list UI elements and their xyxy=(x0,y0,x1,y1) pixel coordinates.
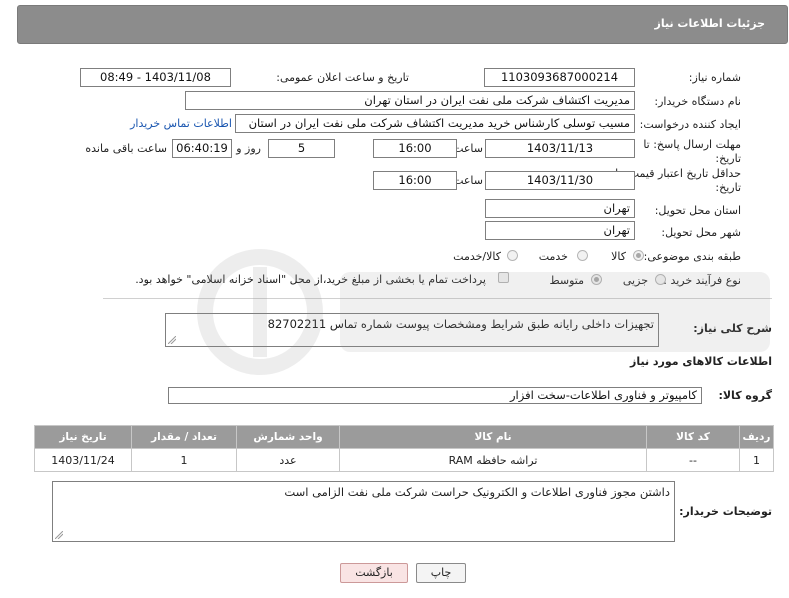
description-field[interactable]: تجهیزات داخلی رایانه طبق شرایط ومشخصات پ… xyxy=(165,313,659,347)
deadline-days-field[interactable]: 5 xyxy=(268,139,335,158)
city-label: شهر محل تحویل: xyxy=(661,226,741,239)
category-radio-goods-service[interactable] xyxy=(507,250,518,261)
process-option-medium: متوسط xyxy=(549,274,584,287)
resize-grip-icon[interactable] xyxy=(168,336,176,344)
treasury-payment-note: پرداخت تمام یا بخشی از مبلغ خرید،از محل … xyxy=(135,273,486,286)
process-label: نوع فرآیند خرید : xyxy=(663,274,741,287)
cell-row-number: 1 xyxy=(739,448,774,472)
category-label: طبقه بندی موضوعی: xyxy=(643,250,741,263)
items-table: ردیف کد کالا نام کالا واحد شمارش تعداد /… xyxy=(34,425,774,472)
print-button[interactable]: چاپ xyxy=(416,563,466,583)
cell-quantity: 1 xyxy=(131,448,237,472)
process-radio-medium[interactable] xyxy=(591,274,602,285)
col-header-name: نام کالا xyxy=(339,425,647,449)
goods-info-title: اطلاعات کالاهای مورد نیاز xyxy=(630,355,772,368)
category-radio-goods[interactable] xyxy=(633,250,644,261)
announce-field[interactable]: 1403/11/08 - 08:49 xyxy=(80,68,231,87)
need-number-label: شماره نیاز: xyxy=(688,71,741,84)
announce-label: تاریخ و ساعت اعلان عمومی: xyxy=(276,71,409,84)
province-label: استان محل تحویل: xyxy=(654,204,741,217)
treasury-payment-checkbox[interactable] xyxy=(498,272,509,283)
deadline-date-field[interactable]: 1403/11/13 xyxy=(485,139,635,158)
process-option-minor: جزیی xyxy=(622,274,648,287)
goods-group-field[interactable]: کامپیوتر و فناوری اطلاعات-سخت افزار xyxy=(168,387,702,404)
resize-grip-icon[interactable] xyxy=(55,531,63,539)
category-option-service: خدمت xyxy=(538,250,568,263)
table-header-row: ردیف کد کالا نام کالا واحد شمارش تعداد /… xyxy=(34,425,774,449)
deadline-label-date: تاریخ: xyxy=(715,152,741,165)
col-header-quantity: تعداد / مقدار xyxy=(131,425,237,449)
requester-field[interactable]: مسیب توسلی کارشناس خرید مدیریت اکتشاف شر… xyxy=(235,114,635,133)
col-header-need-date: تاریخ نیاز xyxy=(34,425,132,449)
validity-time-label: ساعت xyxy=(453,174,483,187)
remaining-label: ساعت باقی مانده xyxy=(85,142,167,155)
deadline-days-label: روز و xyxy=(236,142,261,155)
validity-date-field[interactable]: 1403/11/30 xyxy=(485,171,635,190)
col-header-unit: واحد شمارش xyxy=(236,425,340,449)
category-radio-service[interactable] xyxy=(577,250,588,261)
description-label: شرح کلی نیاز: xyxy=(693,322,772,335)
validity-label-date: تاریخ: xyxy=(715,181,741,194)
buyer-notes-label: توضیحات خریدار: xyxy=(679,505,772,518)
cell-code: -- xyxy=(646,448,740,472)
buyer-contact-link[interactable]: اطلاعات تماس خریدار xyxy=(130,117,232,130)
buyer-field[interactable]: مدیریت اکتشاف شرکت ملی نفت ایران در استا… xyxy=(185,91,635,110)
category-option-goods: کالا xyxy=(611,250,626,263)
city-field[interactable]: تهران xyxy=(485,221,635,240)
process-radio-minor[interactable] xyxy=(655,274,666,285)
description-text: تجهیزات داخلی رایانه طبق شرایط ومشخصات پ… xyxy=(267,317,654,331)
need-number-field[interactable]: 1103093687000214 xyxy=(484,68,635,87)
back-button[interactable]: بازگشت xyxy=(340,563,408,583)
cell-need-date: 1403/11/24 xyxy=(34,448,132,472)
buyer-label: نام دستگاه خریدار: xyxy=(654,95,741,108)
table-row[interactable]: 1 -- تراشه حافظه RAM عدد 1 1403/11/24 xyxy=(34,448,774,472)
deadline-time-label: ساعت xyxy=(453,142,483,155)
buyer-notes-field[interactable]: داشتن مجوز فناوری اطلاعات و الکترونیک حر… xyxy=(52,481,675,542)
goods-group-label: گروه کالا: xyxy=(718,389,772,402)
cell-unit: عدد xyxy=(236,448,340,472)
buyer-notes-text: داشتن مجوز فناوری اطلاعات و الکترونیک حر… xyxy=(284,485,670,499)
cell-name: تراشه حافظه RAM xyxy=(339,448,647,472)
requester-label: ایجاد کننده درخواست: xyxy=(639,118,741,131)
remaining-time-field[interactable]: 06:40:19 xyxy=(172,139,232,158)
deadline-time-field[interactable]: 16:00 xyxy=(373,139,457,158)
panel-header: جزئیات اطلاعات نیاز xyxy=(17,5,788,44)
col-header-code: کد کالا xyxy=(646,425,740,449)
category-option-goods-service: کالا/خدمت xyxy=(453,250,501,263)
province-field[interactable]: تهران xyxy=(485,199,635,218)
validity-time-field[interactable]: 16:00 xyxy=(373,171,457,190)
deadline-label: مهلت ارسال پاسخ: تا xyxy=(643,138,741,151)
page-title: جزئیات اطلاعات نیاز xyxy=(654,17,766,30)
col-header-row-number: ردیف xyxy=(739,425,774,449)
divider xyxy=(103,298,772,299)
